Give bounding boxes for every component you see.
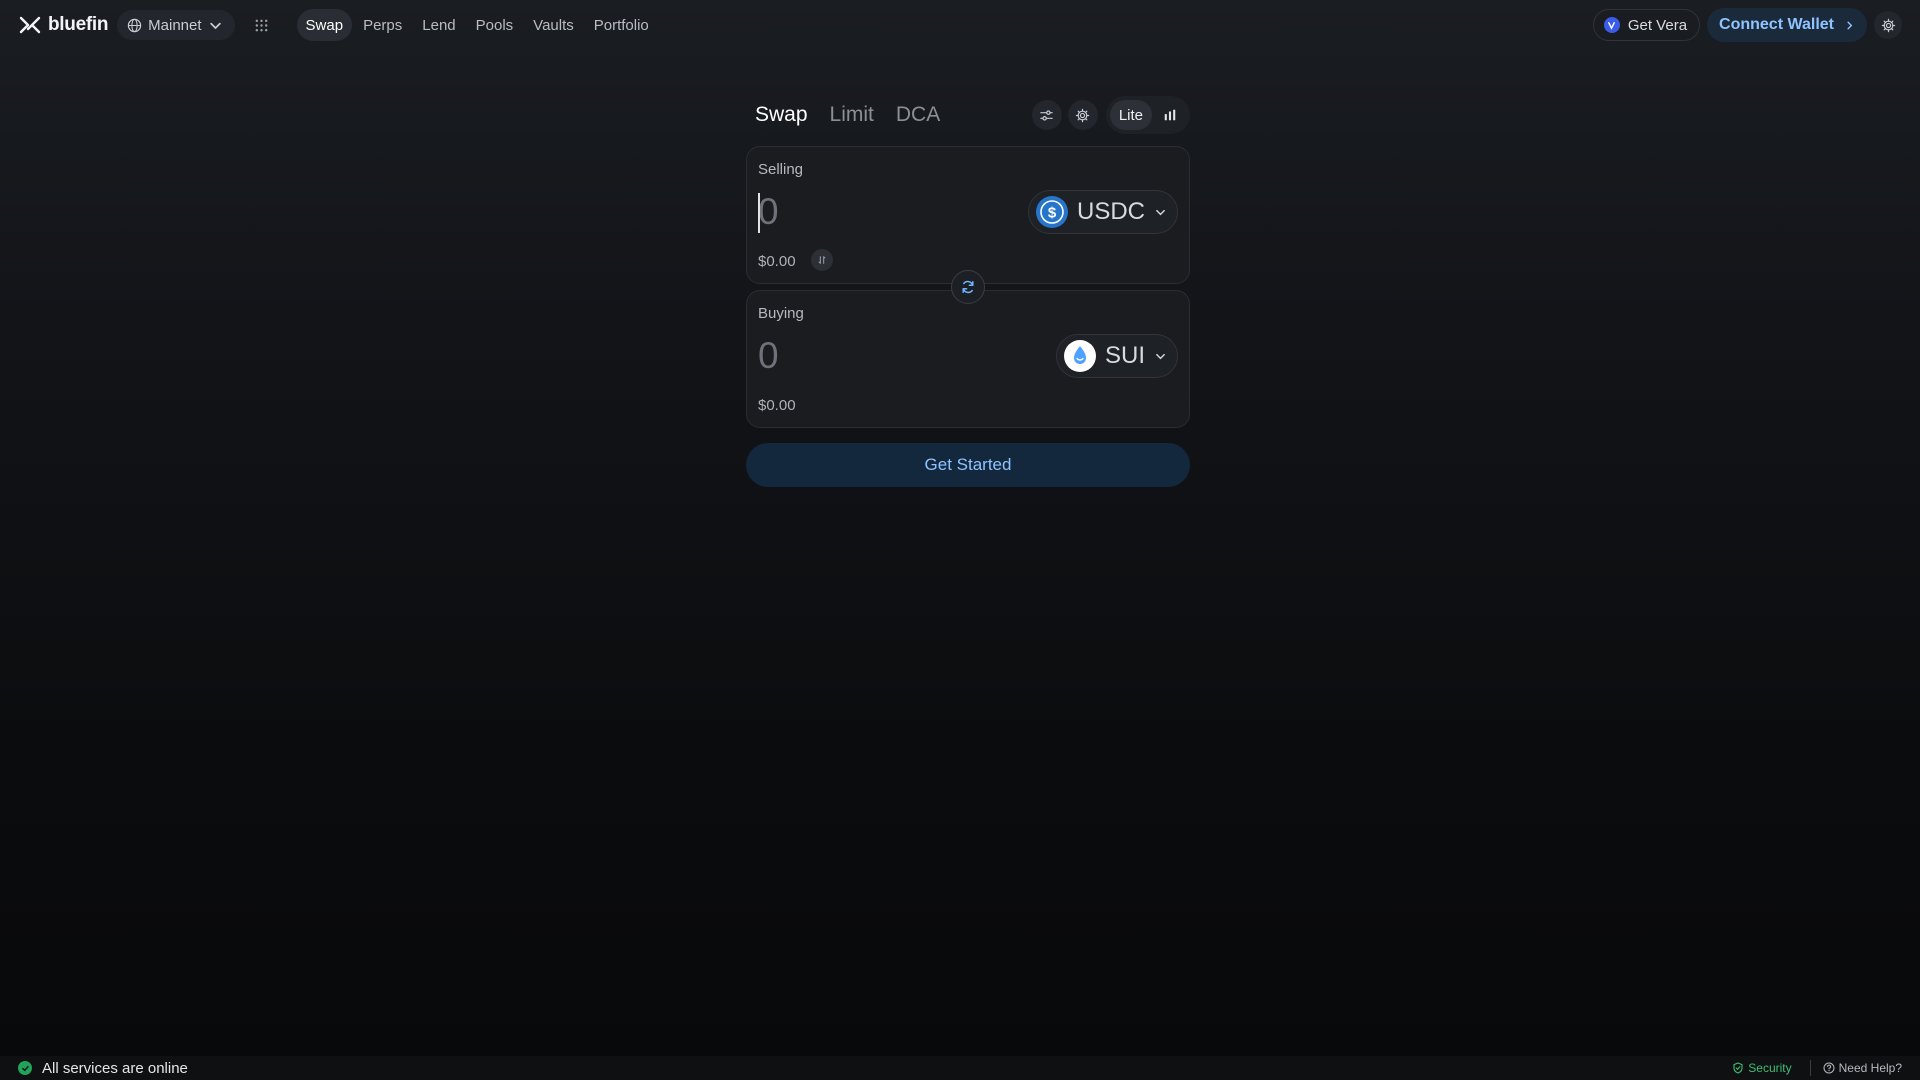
svg-text:$: $ <box>1048 205 1057 222</box>
currency-toggle-button[interactable] <box>811 249 833 271</box>
sell-amount-input[interactable]: 0 <box>758 191 779 233</box>
switch-direction-button[interactable] <box>951 270 985 304</box>
bar-chart-icon <box>1164 109 1176 121</box>
usdc-token-icon: $ <box>1035 196 1068 228</box>
lite-mode-button[interactable]: Lite <box>1109 100 1152 130</box>
gear-icon <box>1881 18 1895 32</box>
swap-tabs-row: Swap Limit DCA Lite <box>746 96 1190 134</box>
need-help-label: Need Help? <box>1838 1061 1902 1075</box>
chevron-down-icon <box>209 22 221 29</box>
sell-usd-value: $0.00 <box>758 253 796 270</box>
nav-item-swap[interactable]: Swap <box>296 9 353 41</box>
apps-grid-button[interactable] <box>249 12 275 38</box>
network-selector[interactable]: Mainnet <box>117 10 235 40</box>
chart-mode-button[interactable] <box>1154 100 1186 130</box>
grid-icon <box>255 19 268 31</box>
footer-links: Security Need Help? <box>1732 1060 1902 1076</box>
view-mode-toggle: Lite <box>1105 96 1190 134</box>
nav-item-pools[interactable]: Pools <box>467 9 523 41</box>
need-help-link[interactable]: Need Help? <box>1823 1061 1902 1075</box>
footer-divider <box>1809 1060 1811 1076</box>
sliders-icon <box>1040 109 1054 121</box>
buy-token-symbol: SUI <box>1104 342 1145 369</box>
swap-tools: Lite <box>1031 96 1190 134</box>
network-label: Mainnet <box>148 16 202 34</box>
connect-wallet-button[interactable]: Connect Wallet <box>1707 8 1867 42</box>
check-circle-icon <box>18 1061 32 1075</box>
get-started-button[interactable]: Get Started <box>746 443 1190 487</box>
nav-item-perps[interactable]: Perps <box>354 9 411 41</box>
route-settings-button[interactable] <box>1031 100 1062 130</box>
text-caret <box>758 193 760 233</box>
header-actions: Get Vera Connect Wallet <box>1592 8 1902 42</box>
help-circle-icon <box>1823 1062 1835 1074</box>
swap-panel: Swap Limit DCA Lite Selling 0 $0.00 $ US… <box>746 96 1190 487</box>
security-link[interactable]: Security <box>1732 1061 1809 1075</box>
sell-label: Selling <box>758 161 804 178</box>
status-footer: All services are online Security Need He… <box>0 1056 1920 1080</box>
buy-card: Buying 0 $0.00 SUI <box>746 290 1190 428</box>
buy-label: Buying <box>758 305 804 322</box>
brand-logo[interactable]: bluefin <box>18 13 108 37</box>
nav-item-lend[interactable]: Lend <box>413 9 464 41</box>
nav-item-portfolio[interactable]: Portfolio <box>585 9 658 41</box>
gear-icon <box>1076 108 1090 122</box>
settings-button[interactable] <box>1874 11 1902 39</box>
swap-settings-button[interactable] <box>1067 100 1098 130</box>
tab-limit[interactable]: Limit <box>830 103 874 127</box>
buy-token-selector[interactable]: SUI <box>1055 334 1178 378</box>
tab-dca[interactable]: DCA <box>896 103 940 127</box>
service-status: All services are online <box>18 1060 188 1077</box>
buy-usd-value: $0.00 <box>758 397 796 414</box>
get-vera-label: Get Vera <box>1627 16 1688 34</box>
nav-item-vaults[interactable]: Vaults <box>524 9 583 41</box>
security-label: Security <box>1748 1061 1792 1075</box>
top-bar: bluefin Mainnet Swap Perps Lend Pools Va… <box>0 0 1920 50</box>
swap-vertical-icon <box>818 256 826 264</box>
chevron-down-icon <box>1156 353 1165 359</box>
chevron-right-icon <box>1847 21 1853 29</box>
brand-name: bluefin <box>48 14 109 35</box>
tab-swap[interactable]: Swap <box>755 103 808 127</box>
globe-icon <box>127 18 142 32</box>
get-vera-button[interactable]: Get Vera <box>1592 9 1701 41</box>
main-nav: Swap Perps Lend Pools Vaults Portfolio <box>296 9 658 41</box>
chevron-down-icon <box>1156 209 1165 215</box>
shield-check-icon <box>1733 1062 1743 1074</box>
sell-card: Selling 0 $0.00 $ USDC <box>746 146 1190 284</box>
vera-icon <box>1603 17 1620 33</box>
sui-token-icon <box>1063 340 1096 372</box>
connect-wallet-label: Connect Wallet <box>1719 16 1834 33</box>
refresh-swap-icon <box>962 280 974 294</box>
sell-token-symbol: USDC <box>1076 198 1145 225</box>
bluefin-logo-icon <box>19 16 41 34</box>
buy-amount-input[interactable]: 0 <box>758 335 779 377</box>
sell-token-selector[interactable]: $ USDC <box>1027 190 1178 234</box>
service-status-text: All services are online <box>42 1059 188 1077</box>
